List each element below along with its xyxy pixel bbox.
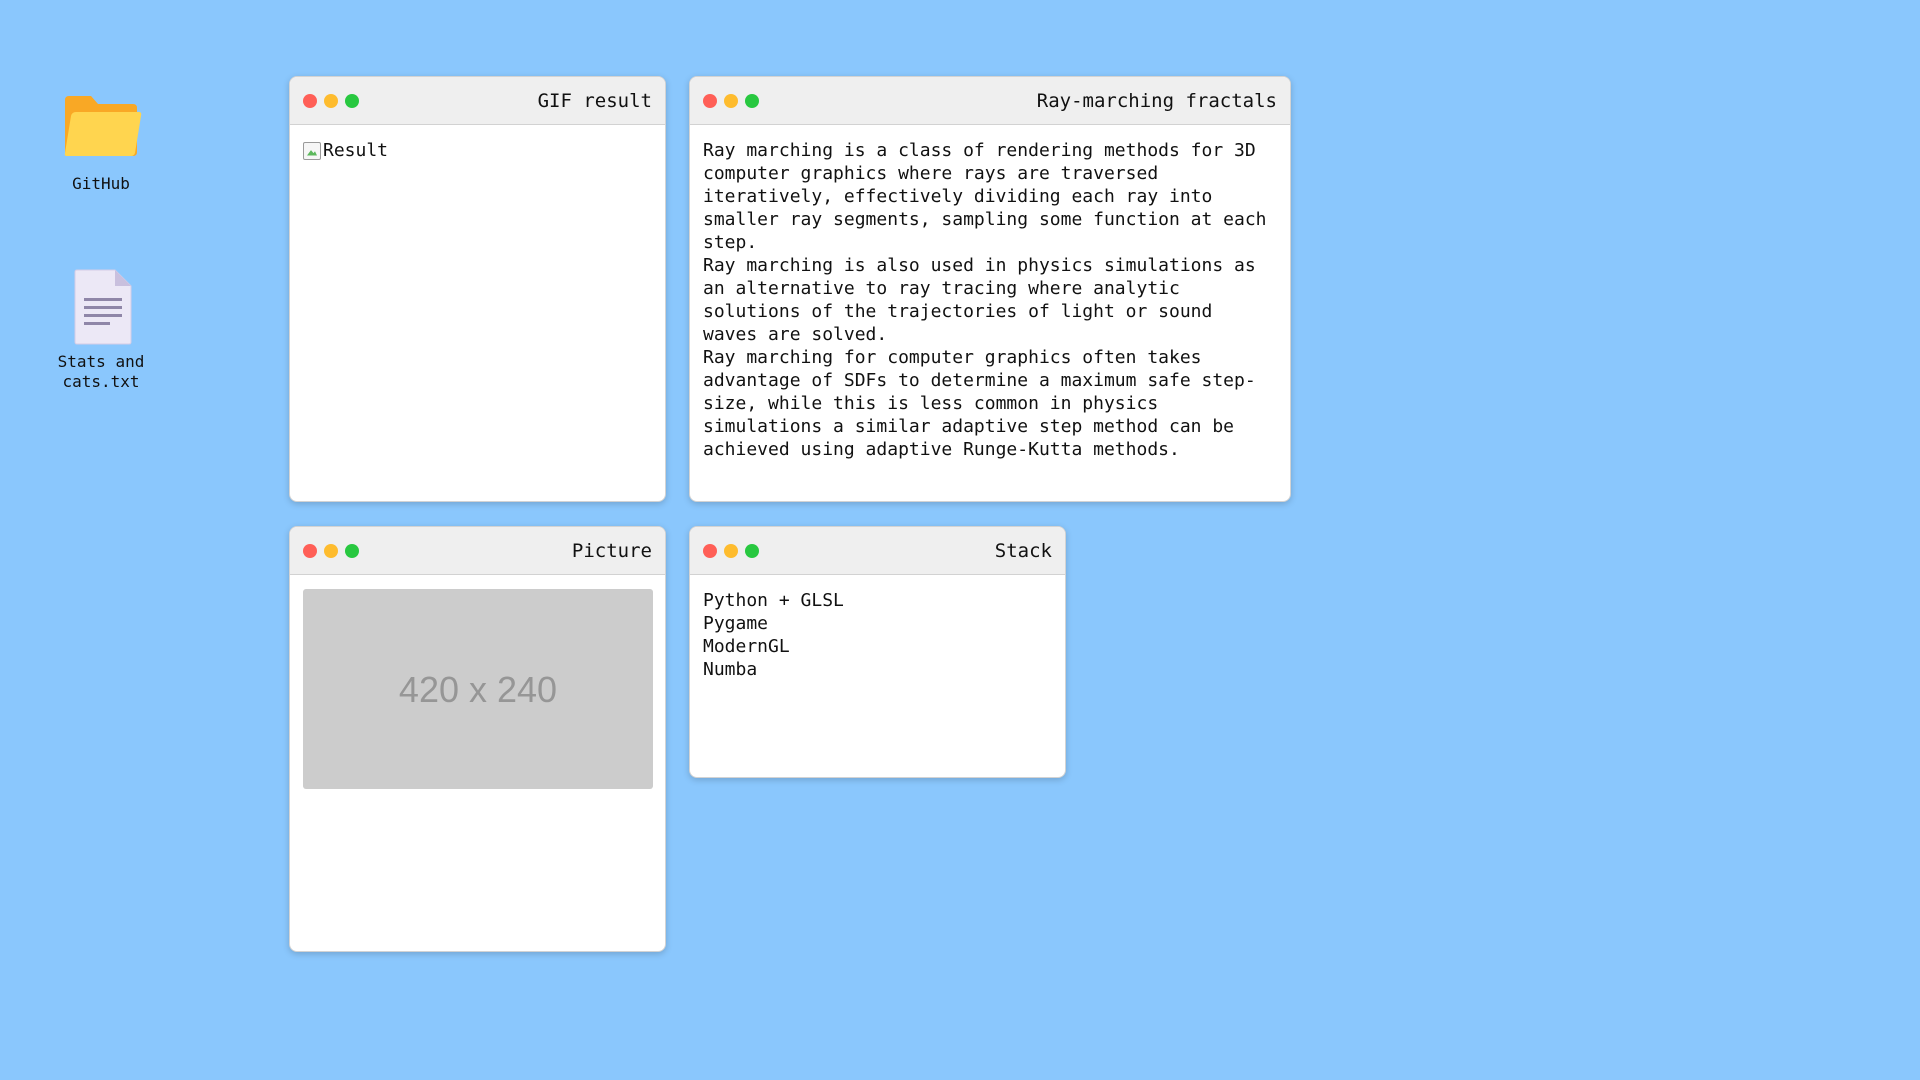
placeholder-image: 420 x 240: [303, 589, 653, 789]
close-button[interactable]: [303, 543, 317, 558]
close-button[interactable]: [303, 93, 317, 108]
folder-icon: [64, 96, 142, 156]
maximize-button[interactable]: [745, 543, 759, 558]
window-body: 420 x 240: [290, 575, 665, 803]
stack-item: ModernGL: [703, 636, 790, 657]
paragraph: Ray marching is a class of rendering met…: [703, 140, 1267, 253]
desktop-icon-stats-txt[interactable]: Stats and cats.txt: [46, 264, 156, 392]
broken-image-icon: [303, 141, 321, 160]
stack-item: Python + GLSL: [703, 590, 844, 611]
window-title: GIF result: [537, 89, 652, 112]
window-picture[interactable]: Picture 420 x 240: [289, 526, 666, 952]
paragraph: Ray marching is also used in physics sim…: [703, 255, 1256, 345]
window-titlebar[interactable]: Stack: [690, 527, 1065, 575]
window-title: Picture: [571, 539, 652, 562]
close-button[interactable]: [703, 543, 717, 558]
minimize-button[interactable]: [324, 93, 338, 108]
window-stack[interactable]: Stack Python + GLSL Pygame ModernGL Numb…: [689, 526, 1066, 778]
window-body: Python + GLSL Pygame ModernGL Numba: [690, 575, 1065, 695]
stack-item: Pygame: [703, 613, 769, 634]
desktop-icon-label: GitHub: [72, 174, 130, 193]
window-titlebar[interactable]: Picture: [290, 527, 665, 575]
result-image: Result: [303, 139, 388, 162]
desktop-icon-label: Stats and cats.txt: [57, 352, 145, 391]
window-titlebar[interactable]: Ray-marching fractals: [690, 77, 1290, 125]
text-file-icon: [74, 269, 132, 345]
desktop-icon-github[interactable]: GitHub: [46, 86, 156, 194]
paragraph: Ray marching for computer graphics often…: [703, 347, 1256, 460]
window-title: Ray-marching fractals: [1036, 89, 1277, 112]
maximize-button[interactable]: [745, 93, 759, 108]
close-button[interactable]: [703, 93, 717, 108]
minimize-button[interactable]: [724, 543, 738, 558]
window-ray-marching[interactable]: Ray-marching fractals Ray marching is a …: [689, 76, 1291, 502]
window-body: Result: [290, 125, 665, 180]
window-gif-result[interactable]: GIF result Result: [289, 76, 666, 502]
window-body: Ray marching is a class of rendering met…: [690, 125, 1290, 475]
window-title: Stack: [994, 539, 1052, 562]
image-alt-text: Result: [323, 140, 389, 161]
desktop: GitHub Stats and cats.txt GIF result Res…: [0, 0, 1920, 1080]
minimize-button[interactable]: [324, 543, 338, 558]
maximize-button[interactable]: [345, 93, 359, 108]
window-titlebar[interactable]: GIF result: [290, 77, 665, 125]
stack-item: Numba: [703, 659, 758, 680]
minimize-button[interactable]: [724, 93, 738, 108]
maximize-button[interactable]: [345, 543, 359, 558]
